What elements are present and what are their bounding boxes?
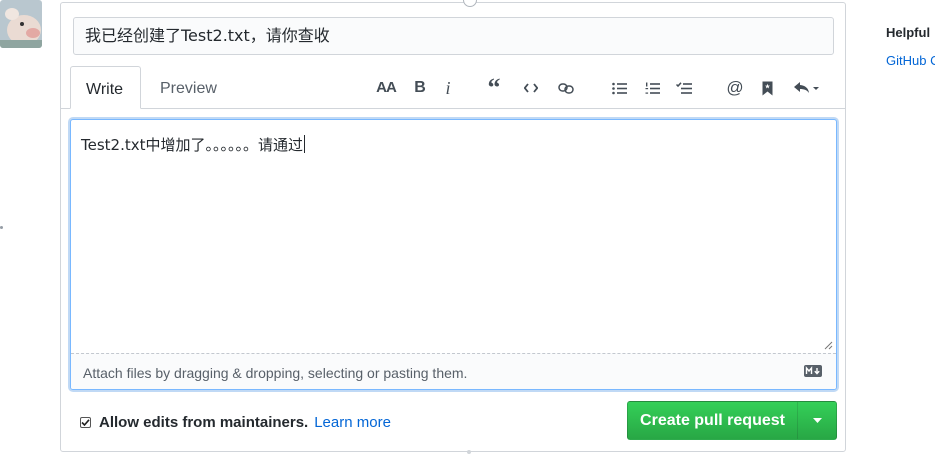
learn-more-link[interactable]: Learn more [314,414,391,431]
link-button[interactable] [555,74,577,102]
allow-edits-label: Allow edits from maintainers. [99,413,309,431]
pr-title-input[interactable]: 我已经创建了Test2.txt，请你查收 [73,17,834,55]
bullet-list-icon [611,82,627,94]
task-list-button[interactable] [673,74,695,102]
code-icon [524,83,538,93]
create-pull-request-button[interactable]: Create pull request [628,402,798,439]
markdown-icon[interactable] [804,365,822,377]
quote-button[interactable]: “ [483,73,505,102]
github-community-guidelines-link[interactable]: GitHub C [886,53,935,68]
avatar-image-icon [0,0,42,48]
reply-icon [794,82,819,93]
allow-edits-checkbox[interactable] [80,416,91,428]
task-list-icon [676,81,692,94]
allow-edits-row: Allow edits from maintainers. Learn more [80,412,391,432]
file-attachment-bar[interactable]: Attach files by dragging & dropping, sel… [71,353,836,389]
numbered-list-button[interactable] [641,74,663,102]
resize-grip-icon[interactable] [823,340,833,350]
italic-button[interactable]: i [440,74,456,102]
numbered-list-icon [645,82,660,94]
heading-icon: AA [376,79,397,96]
avatar[interactable] [0,0,42,48]
code-button[interactable] [521,74,541,102]
create-pr-options-dropdown[interactable] [798,402,836,439]
helpful-resources-heading: Helpful [886,25,931,40]
mention-icon: @ [726,78,744,97]
tab-write[interactable]: Write [70,66,141,109]
timeline-dot-bottom [467,450,471,454]
bullet-list-button[interactable] [608,74,630,102]
reply-dropdown-button[interactable] [790,74,824,102]
create-pull-request-button-group: Create pull request [627,401,837,440]
bold-button[interactable]: B [410,74,430,102]
mention-button[interactable]: @ [724,74,746,102]
comment-textarea[interactable]: Test2.txt中增加了。。。。。。请通过 Attach files by d… [70,119,837,390]
caret-down-icon [812,418,822,423]
bold-icon: B [414,79,426,96]
text-caret [304,135,305,153]
timeline-dot [0,226,3,229]
attach-files-hint: Attach files by dragging & dropping, sel… [83,365,468,381]
quote-icon: “ [487,73,501,102]
saved-reply-bookmark-button[interactable] [757,74,777,102]
bookmark-icon [762,81,772,95]
tab-preview[interactable]: Preview [145,66,232,109]
check-icon [81,418,90,426]
italic-icon: i [445,78,451,98]
link-icon [558,83,574,94]
comment-body-text: Test2.txt中增加了。。。。。。请通过 [81,135,305,154]
heading-button[interactable]: AA [374,74,398,102]
